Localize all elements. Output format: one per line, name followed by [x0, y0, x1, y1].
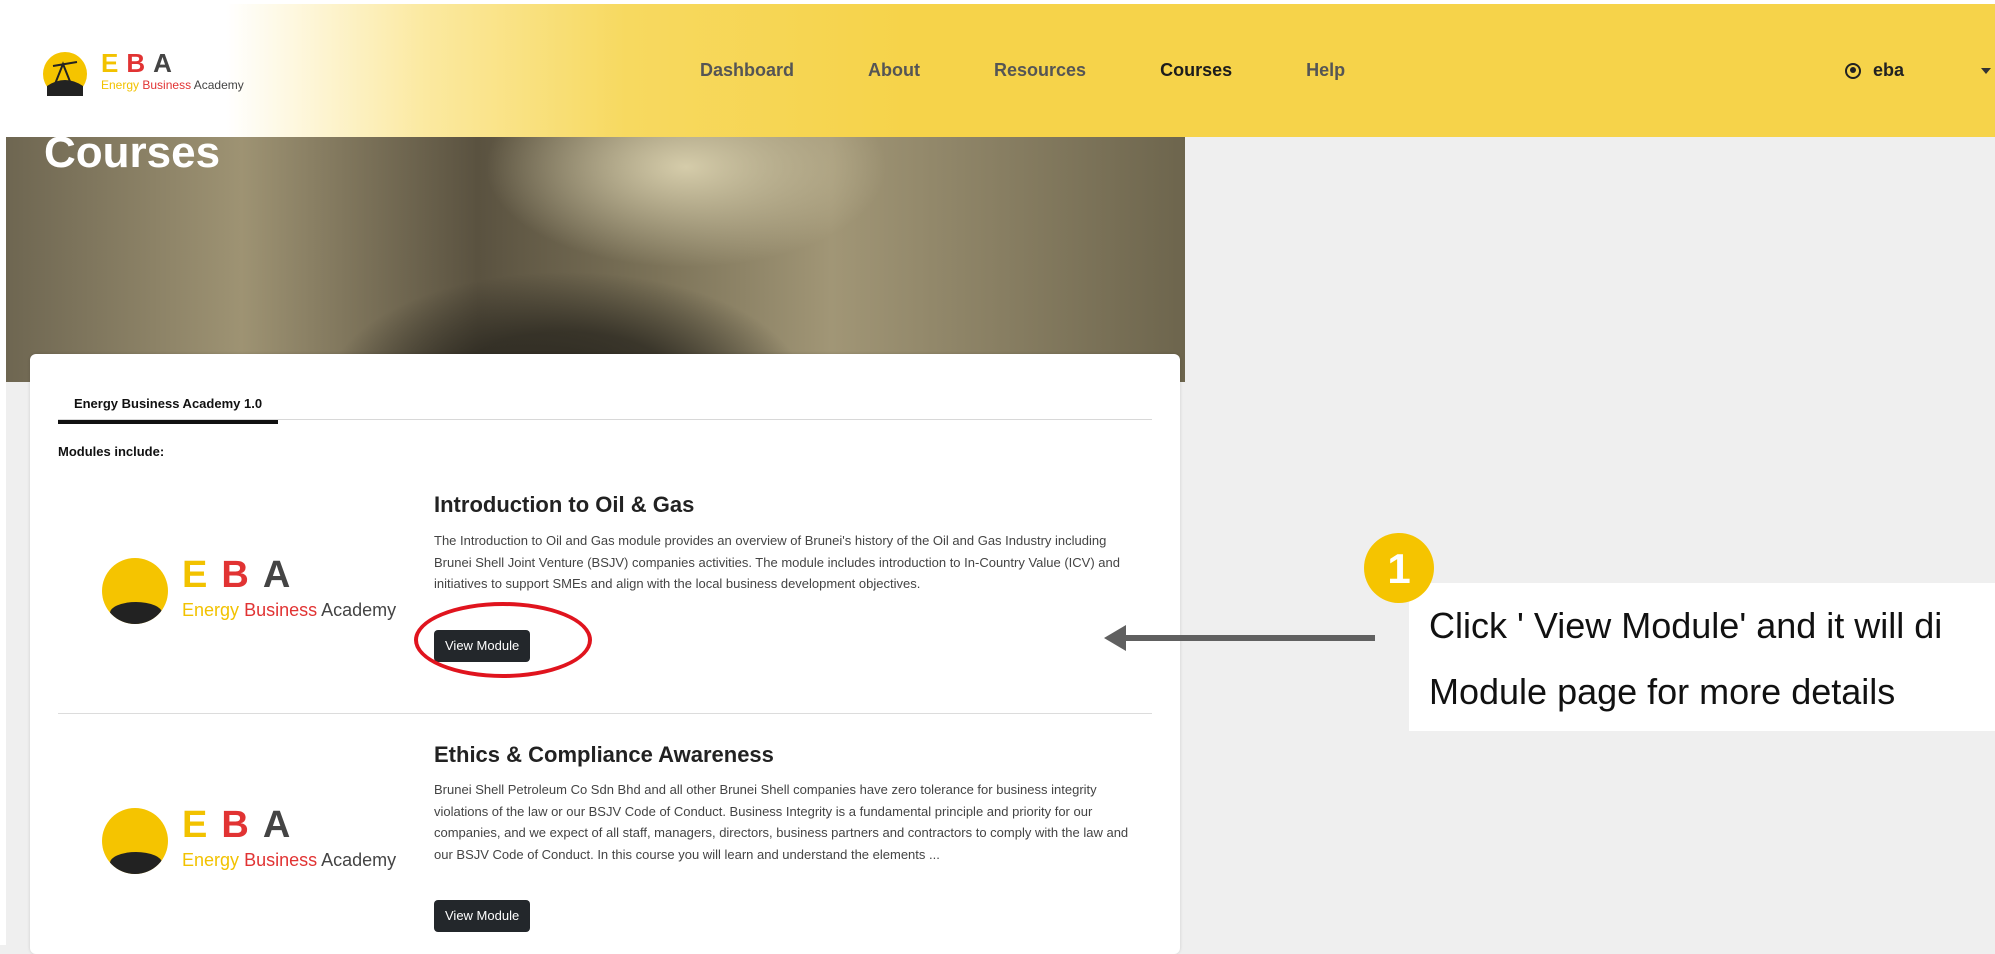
user-name: eba	[1873, 60, 1905, 80]
nav-link-courses[interactable]: Courses	[1160, 60, 1232, 81]
callout-text: Click ' View Module' and it will di Modu…	[1429, 593, 1942, 725]
top-navbar: EBA Energy Business Academy Dashboard Ab…	[6, 4, 1995, 137]
callout-line-2: Module page for more details	[1429, 671, 1896, 712]
pumpjack-logo-icon	[43, 52, 87, 96]
pumpjack-logo-icon	[102, 558, 168, 624]
logo-letter-e: E	[182, 554, 222, 596]
highlight-oval	[414, 602, 592, 678]
logo-letter-e: E	[101, 48, 127, 78]
logo-letter-b: B	[221, 554, 263, 596]
instruction-callout: Click ' View Module' and it will di Modu…	[1409, 583, 1995, 731]
module-logo-subtitle: Energy Business Academy	[182, 600, 396, 621]
module-logo-letters: EBA	[182, 804, 304, 847]
step-number-badge: 1	[1364, 533, 1434, 603]
logo-word-energy: Energy	[101, 78, 140, 92]
logo-word-energy: Energy	[182, 600, 240, 620]
logo-letters: EBA	[101, 48, 180, 79]
module-logo: EBA Energy Business Academy	[102, 800, 396, 880]
module-title[interactable]: Introduction to Oil & Gas	[434, 492, 694, 518]
pumpjack-logo-icon	[102, 808, 168, 874]
user-menu[interactable]: eba	[1845, 60, 1904, 81]
module-logo-letters: EBA	[182, 554, 304, 597]
modules-label: Modules include:	[58, 444, 165, 459]
logo-word-academy: Academy	[321, 850, 397, 870]
chevron-down-icon[interactable]	[1981, 68, 1991, 74]
logo-word-business: Business	[244, 850, 318, 870]
logo-subtitle: Energy Business Academy	[101, 78, 244, 92]
arrow-shaft	[1122, 635, 1375, 641]
logo-word-academy: Academy	[321, 600, 397, 620]
logo-letter-e: E	[182, 804, 222, 846]
nav-link-dashboard[interactable]: Dashboard	[700, 60, 794, 81]
logo-word-energy: Energy	[182, 850, 240, 870]
logo-letter-b: B	[221, 804, 263, 846]
logo-letter-b: B	[126, 48, 154, 78]
nav-link-resources[interactable]: Resources	[994, 60, 1086, 81]
logo-word-academy: Academy	[193, 78, 244, 92]
logo-word-business: Business	[142, 78, 192, 92]
module-description: Brunei Shell Petroleum Co Sdn Bhd and al…	[434, 782, 1129, 862]
logo-letter-a: A	[153, 48, 180, 78]
logo-letter-a: A	[262, 554, 305, 596]
module-title[interactable]: Ethics & Compliance Awareness	[434, 742, 774, 768]
logo-letter-a: A	[262, 804, 305, 846]
user-circle-icon	[1845, 62, 1861, 79]
eba-logo[interactable]: EBA Energy Business Academy	[41, 44, 244, 104]
tab-divider	[58, 419, 1152, 420]
logo-word-business: Business	[244, 600, 318, 620]
nav-link-help[interactable]: Help	[1306, 60, 1345, 81]
callout-line-1: Click ' View Module' and it will di	[1429, 605, 1943, 646]
module-logo: EBA Energy Business Academy	[102, 550, 396, 630]
module-divider	[58, 713, 1152, 714]
nav-link-about[interactable]: About	[868, 60, 920, 81]
module-description: The Introduction to Oil and Gas module p…	[434, 533, 1120, 591]
view-module-button[interactable]: View Module	[434, 900, 531, 932]
module-logo-subtitle: Energy Business Academy	[182, 850, 396, 871]
page-title: Courses	[44, 128, 221, 177]
nav-links: Dashboard About Resources Courses Help	[700, 60, 1345, 81]
